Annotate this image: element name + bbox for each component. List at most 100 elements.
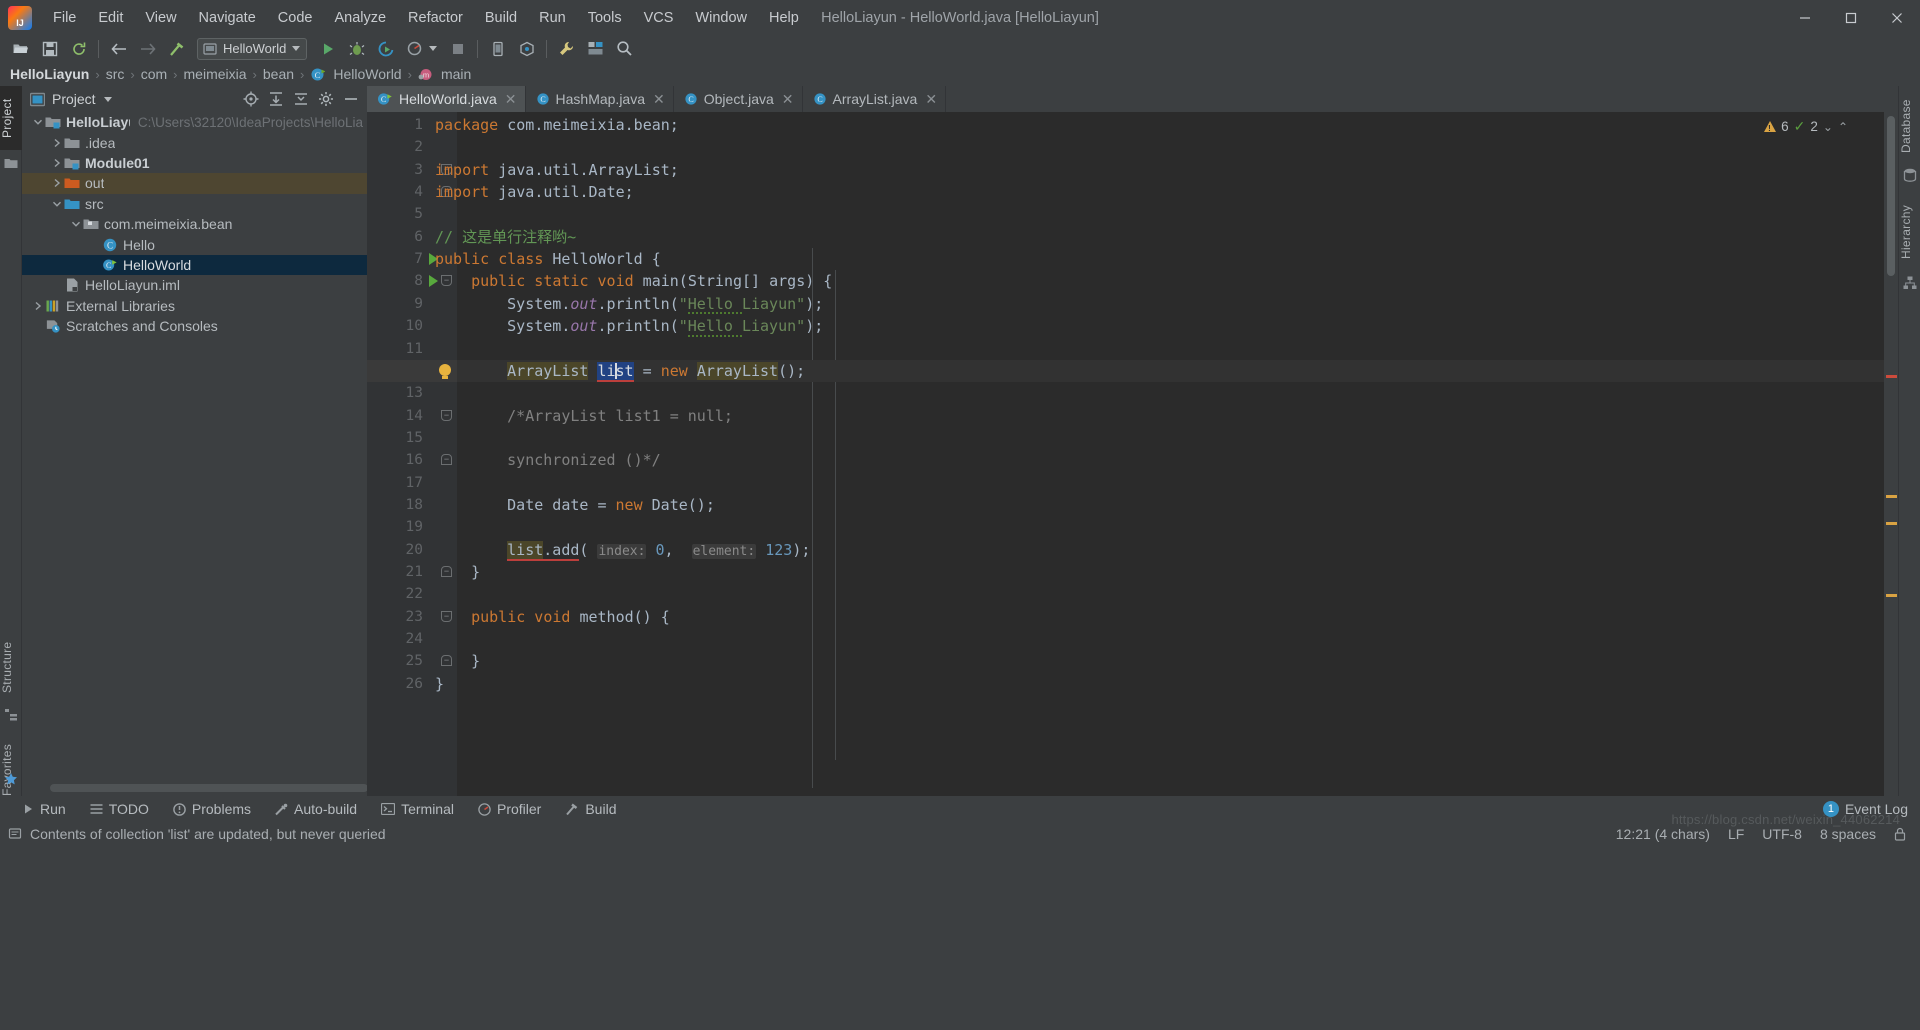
- project-horizontal-scrollbar[interactable]: [50, 784, 368, 792]
- close-button[interactable]: [1874, 0, 1920, 35]
- breadcrumb-item-com[interactable]: com: [141, 66, 167, 82]
- sidebar-item-project[interactable]: Project: [0, 86, 22, 150]
- menu-item-help[interactable]: Help: [758, 7, 810, 29]
- code-line[interactable]: synchronized ()*/: [435, 449, 661, 471]
- indent-setting[interactable]: 8 spaces: [1820, 826, 1876, 842]
- breadcrumb-item-main[interactable]: main: [441, 66, 471, 82]
- project-view-chevron-down-icon[interactable]: [103, 96, 112, 102]
- code-line[interactable]: Date date = new Date();: [435, 494, 715, 516]
- code-editor[interactable]: 1 package com.meimeixia.bean; 2 3− import ja…: [367, 112, 1898, 796]
- project-tree[interactable]: HelloLiayun C:\Users\32120\IdeaProjects\H…: [22, 112, 367, 774]
- code-line[interactable]: // 这是单行注释哟~: [435, 226, 576, 248]
- close-icon[interactable]: ✕: [505, 91, 517, 108]
- sync-icon[interactable]: [65, 37, 92, 61]
- run-coverage-icon[interactable]: [372, 37, 399, 61]
- sidebar-item-hierarchy[interactable]: Hierarchy: [1899, 194, 1920, 270]
- menu-item-refactor[interactable]: Refactor: [397, 7, 474, 29]
- tree-node[interactable]: HelloLiayun C:\Users\32120\IdeaProjects\H…: [22, 112, 367, 132]
- menu-item-file[interactable]: File: [42, 7, 87, 29]
- chevron-right-icon[interactable]: [50, 136, 63, 149]
- menu-item-navigate[interactable]: Navigate: [188, 7, 267, 29]
- chevron-down-icon[interactable]: [50, 197, 63, 210]
- warning-marker[interactable]: [1886, 495, 1897, 498]
- editor-tab-bar[interactable]: C HelloWorld.java ✕ C HashMap.java ✕ C Object.j…: [367, 86, 1898, 112]
- bottom-tool-window-bar[interactable]: Run TODO Problems Auto-build Terminal Profile…: [0, 796, 1920, 822]
- profiler-icon[interactable]: [401, 37, 428, 61]
- editor-tab-hashmap-java[interactable]: C HashMap.java ✕: [526, 86, 674, 112]
- settings-wrench-icon[interactable]: [553, 37, 580, 61]
- build-hammer-icon[interactable]: [163, 37, 190, 61]
- chevron-up-icon[interactable]: ⌃: [1838, 120, 1848, 134]
- project-structure-icon[interactable]: [582, 37, 609, 61]
- bottom-tab-todo[interactable]: TODO: [78, 798, 161, 820]
- save-icon[interactable]: [36, 37, 63, 61]
- forward-arrow-icon[interactable]: [134, 37, 161, 61]
- menu-item-run[interactable]: Run: [528, 7, 577, 29]
- code-line[interactable]: public class HelloWorld {: [435, 248, 661, 270]
- code-line[interactable]: }: [435, 650, 480, 672]
- code-line[interactable]: list.add( index: 0, element: 123);: [435, 539, 810, 561]
- search-everywhere-icon[interactable]: [611, 37, 638, 61]
- tree-node[interactable]: C Hello: [22, 234, 367, 254]
- file-encoding[interactable]: UTF-8: [1762, 826, 1802, 842]
- close-icon[interactable]: ✕: [653, 91, 665, 108]
- tree-node[interactable]: External Libraries: [22, 296, 367, 316]
- menu-item-code[interactable]: Code: [267, 7, 324, 29]
- device-manager-icon[interactable]: [484, 37, 511, 61]
- code-line[interactable]: package com.meimeixia.bean;: [435, 114, 679, 136]
- caret-position[interactable]: 12:21 (4 chars): [1616, 826, 1710, 842]
- inspection-status-widget[interactable]: 6 ✓ 2 ⌄ ⌃: [1764, 118, 1848, 135]
- run-configuration-selector[interactable]: HelloWorld: [197, 37, 308, 60]
- tree-node[interactable]: HelloLiayun.iml: [22, 275, 367, 295]
- code-line[interactable]: /*ArrayList list1 = null;: [435, 405, 733, 427]
- chevron-down-icon[interactable]: [292, 46, 301, 51]
- close-icon[interactable]: ✕: [925, 91, 937, 108]
- chevron-down-icon[interactable]: ⌄: [1823, 120, 1833, 134]
- warning-marker[interactable]: [1886, 522, 1897, 525]
- profiler-chevron-down-icon[interactable]: [429, 46, 438, 51]
- breadcrumb-item-helloliayun[interactable]: HelloLiayun: [10, 66, 89, 82]
- error-marker[interactable]: [1886, 375, 1897, 378]
- chevron-right-icon[interactable]: [31, 299, 44, 312]
- line-separator[interactable]: LF: [1728, 826, 1744, 842]
- menu-bar[interactable]: File Edit View Navigate Code Analyze Refactor B…: [42, 0, 810, 35]
- code-line[interactable]: }: [435, 561, 480, 583]
- bottom-tab-terminal[interactable]: Terminal: [369, 798, 466, 820]
- debug-icon[interactable]: [343, 37, 370, 61]
- bottom-tab-problems[interactable]: Problems: [161, 798, 263, 820]
- code-line[interactable]: ArrayList list = new ArrayList();: [435, 360, 805, 382]
- tree-node[interactable]: out: [22, 173, 367, 194]
- bottom-tab-profiler[interactable]: Profiler: [466, 798, 553, 820]
- code-line[interactable]: System.out.println("Hello Liayun");: [435, 293, 823, 315]
- gear-icon[interactable]: [314, 88, 337, 110]
- left-tool-window-strip[interactable]: Project Structure Favorites: [0, 86, 22, 796]
- tree-node[interactable]: .idea: [22, 132, 367, 152]
- open-folder-icon[interactable]: [7, 37, 34, 61]
- chevron-down-icon[interactable]: [31, 116, 44, 129]
- project-tool-window[interactable]: Project HelloLiayun C:\Users\32120\IdeaPr…: [22, 86, 368, 796]
- editor-vertical-scrollbar[interactable]: [1887, 116, 1895, 276]
- lock-icon[interactable]: [1894, 827, 1906, 841]
- tree-node[interactable]: com.meimeixia.bean: [22, 214, 367, 234]
- bottom-tab-auto-build[interactable]: Auto-build: [263, 798, 369, 820]
- hide-panel-icon[interactable]: [339, 88, 362, 110]
- sidebar-item-database[interactable]: Database: [1899, 90, 1920, 162]
- editor-tab-helloworld-java[interactable]: C HelloWorld.java ✕: [367, 86, 526, 112]
- sdk-manager-icon[interactable]: [513, 37, 540, 61]
- tree-node[interactable]: src: [22, 194, 367, 214]
- chevron-right-icon[interactable]: [50, 177, 63, 190]
- menu-item-analyze[interactable]: Analyze: [323, 7, 397, 29]
- main-toolbar[interactable]: HelloWorld: [0, 35, 1920, 62]
- run-icon[interactable]: [314, 37, 341, 61]
- expand-all-icon[interactable]: [264, 88, 287, 110]
- editor-tab-arraylist-java[interactable]: C ArrayList.java ✕: [803, 86, 947, 112]
- chevron-down-icon[interactable]: [69, 218, 82, 231]
- code-line[interactable]: System.out.println("Hello Liayun");: [435, 315, 823, 337]
- right-tool-window-strip[interactable]: Database Hierarchy: [1898, 86, 1920, 796]
- back-arrow-icon[interactable]: [105, 37, 132, 61]
- minimize-button[interactable]: [1782, 0, 1828, 35]
- collapse-all-icon[interactable]: [289, 88, 312, 110]
- code-line[interactable]: public void method() {: [435, 606, 670, 628]
- breadcrumb[interactable]: HelloLiayun › src › com › meimeixia › bean › C Hell…: [0, 62, 1920, 86]
- breadcrumb-item-meimeixia[interactable]: meimeixia: [184, 66, 247, 82]
